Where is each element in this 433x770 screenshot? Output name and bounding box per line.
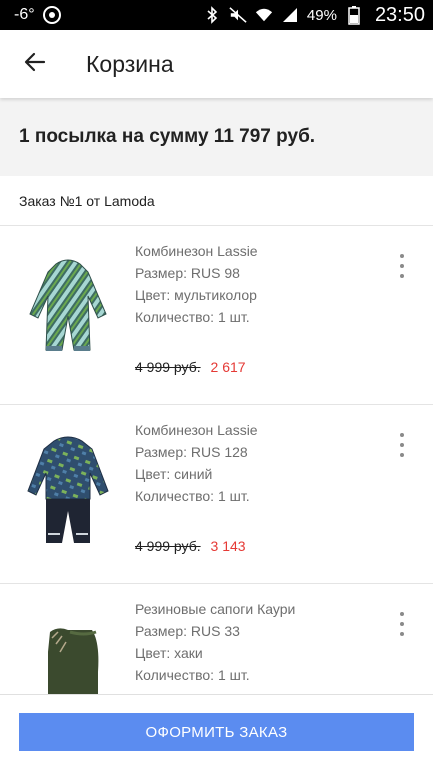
product-image (18, 433, 118, 543)
bluetooth-icon (203, 6, 221, 24)
more-options-button[interactable] (395, 433, 409, 457)
more-options-button[interactable] (395, 254, 409, 278)
product-name: Комбинезон Lassie (135, 243, 258, 259)
cart-item[interactable]: Комбинезон Lassie Размер: RUS 98 Цвет: м… (0, 226, 433, 405)
product-info: Комбинезон Lassie Размер: RUS 98 Цвет: м… (135, 240, 375, 328)
order-title: Заказ №1 от Lamoda (19, 192, 155, 209)
cart-summary: 1 посылка на сумму 11 797 руб. (0, 98, 433, 176)
product-info: Резиновые сапоги Каури Размер: RUS 33 Цв… (135, 598, 375, 686)
product-size: Размер: RUS 128 (135, 444, 248, 460)
signal-icon (281, 6, 299, 24)
battery-percent: 49% (306, 6, 337, 24)
more-options-button[interactable] (395, 612, 409, 636)
more-vertical-icon (400, 254, 404, 278)
product-color: Цвет: хаки (135, 645, 203, 661)
product-name: Резиновые сапоги Каури (135, 601, 296, 617)
product-price: 4 999 руб. 2 617 (135, 359, 246, 375)
product-quantity: Количество: 1 шт. (135, 309, 250, 325)
cart-items: Комбинезон Lassie Размер: RUS 98 Цвет: м… (0, 226, 433, 694)
product-info: Комбинезон Lassie Размер: RUS 128 Цвет: … (135, 419, 375, 507)
product-price: 4 999 руб. 3 143 (135, 538, 246, 554)
order-header: Заказ №1 от Lamoda (0, 176, 433, 226)
mute-icon (229, 6, 247, 24)
wifi-icon (255, 6, 273, 24)
checkout-button[interactable]: ОФОРМИТЬ ЗАКАЗ (19, 713, 414, 751)
status-bar: -6° 49% 23:50 (0, 0, 433, 30)
cart-item[interactable]: Комбинезон Lassie Размер: RUS 128 Цвет: … (0, 405, 433, 584)
arrow-left-icon (23, 50, 47, 79)
old-price: 4 999 руб. (135, 359, 201, 375)
clock: 23:50 (374, 3, 425, 26)
temperature: -6° (14, 6, 35, 23)
product-size: Размер: RUS 33 (135, 623, 240, 639)
product-image (18, 612, 118, 694)
old-price: 4 999 руб. (135, 538, 201, 554)
product-color: Цвет: синий (135, 466, 213, 482)
chrome-icon (42, 6, 61, 24)
product-size: Размер: RUS 98 (135, 265, 240, 281)
app-bar: Корзина (0, 30, 433, 98)
battery-icon (345, 6, 363, 25)
summary-text: 1 посылка на сумму 11 797 руб. (19, 126, 316, 147)
product-image (18, 254, 118, 364)
page-title: Корзина (86, 50, 174, 77)
more-vertical-icon (400, 433, 404, 457)
more-vertical-icon (400, 612, 404, 636)
checkout-bar: ОФОРМИТЬ ЗАКАЗ (0, 694, 433, 770)
product-quantity: Количество: 1 шт. (135, 667, 250, 683)
back-button[interactable] (20, 49, 50, 79)
product-quantity: Количество: 1 шт. (135, 488, 250, 504)
product-name: Комбинезон Lassie (135, 422, 258, 438)
product-color: Цвет: мультиколор (135, 287, 257, 303)
sale-price: 3 143 (210, 538, 246, 554)
sale-price: 2 617 (210, 359, 246, 375)
cart-item[interactable]: Резиновые сапоги Каури Размер: RUS 33 Цв… (0, 584, 433, 694)
